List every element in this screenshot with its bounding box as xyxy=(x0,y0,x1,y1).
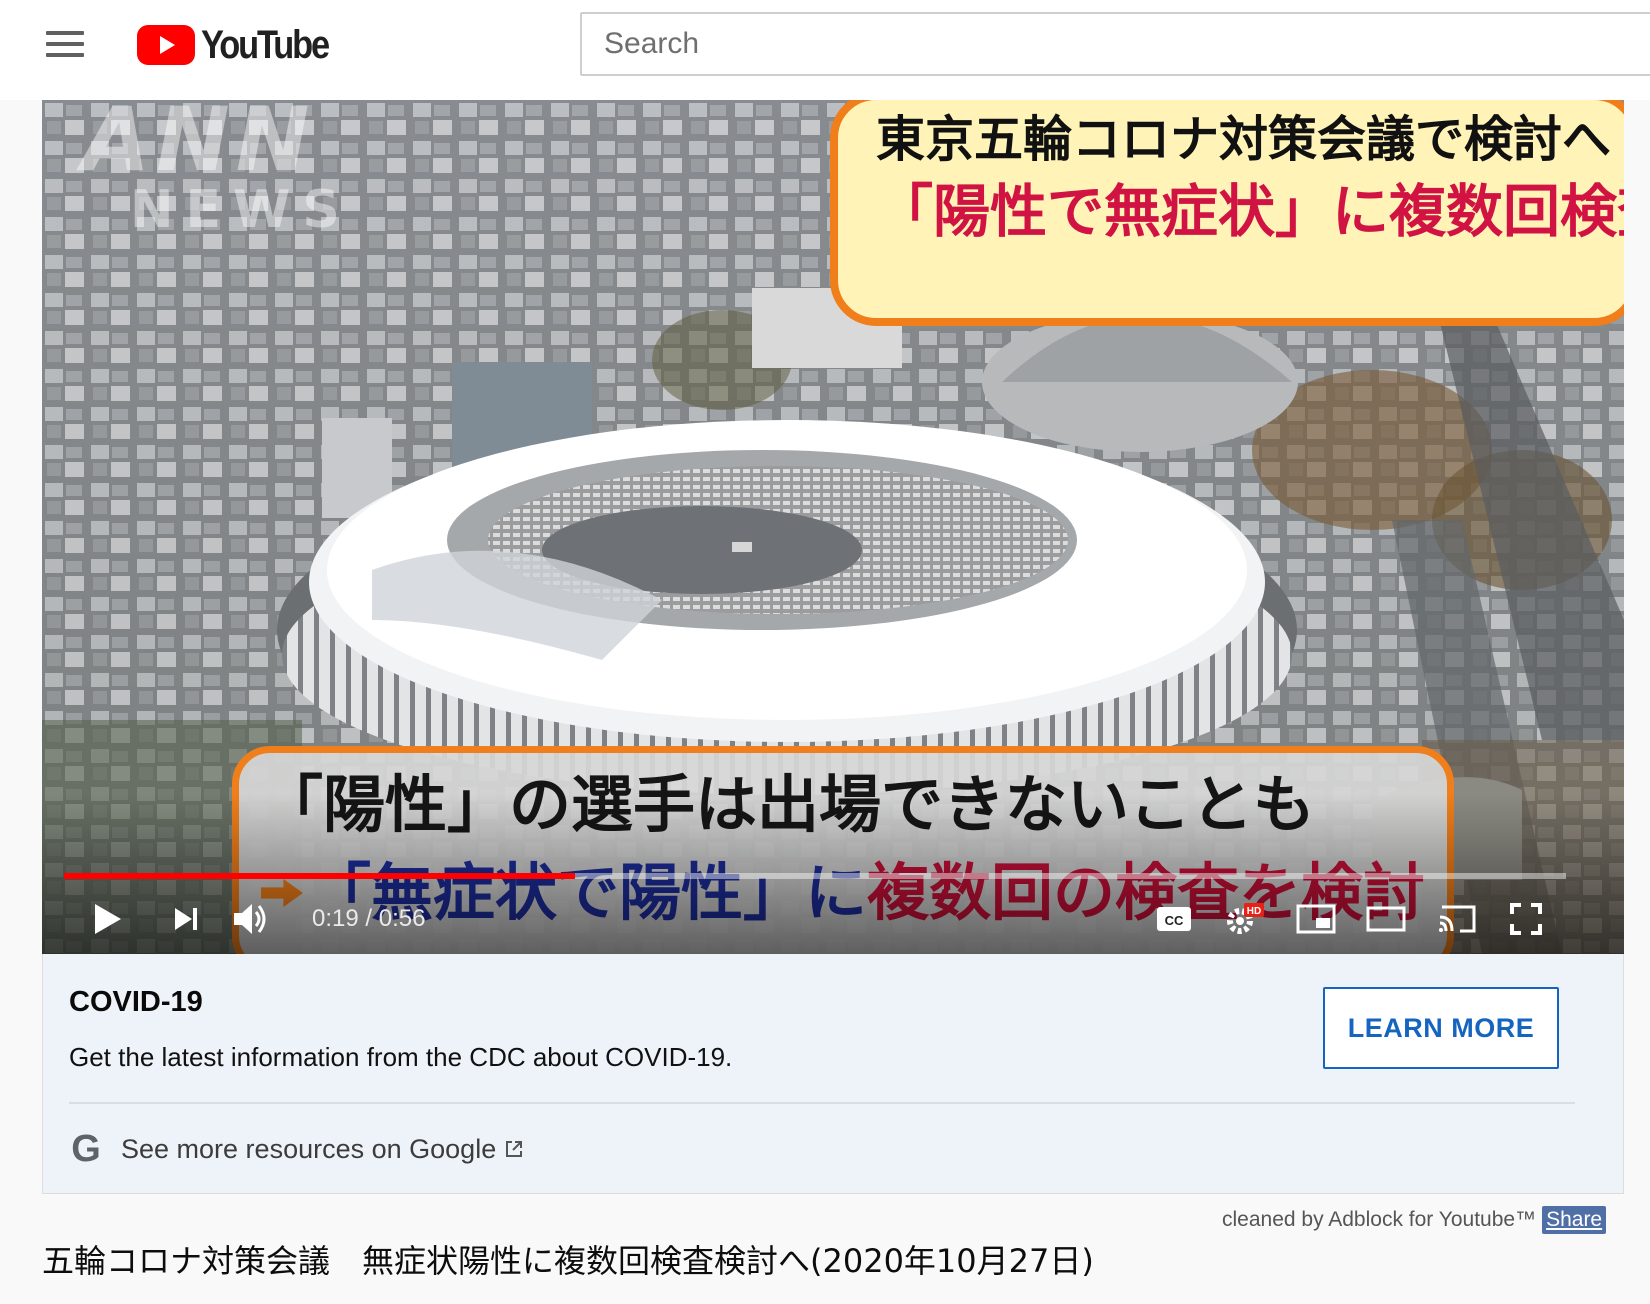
info-panel-divider xyxy=(69,1102,1575,1104)
google-logo-icon: G xyxy=(71,1128,101,1170)
cast-button[interactable] xyxy=(1434,894,1480,944)
theater-mode-button[interactable] xyxy=(1364,894,1408,944)
next-button[interactable] xyxy=(166,894,206,944)
closed-captions-icon: CC xyxy=(1157,907,1191,931)
covid-info-panel: COVID-19 Get the latest information from… xyxy=(42,954,1624,1194)
fullscreen-button[interactable] xyxy=(1504,894,1548,944)
channel-watermark: ANN NEWS xyxy=(82,100,352,240)
watermark-logo-text: ANN xyxy=(82,100,316,191)
theater-mode-icon xyxy=(1366,906,1406,932)
youtube-play-logo-icon xyxy=(137,25,195,65)
info-panel-title: COVID-19 xyxy=(69,986,203,1018)
settings-button[interactable]: HD xyxy=(1222,894,1266,944)
progress-bar-played xyxy=(64,873,575,879)
video-player[interactable]: ANN NEWS 東京五輪コロナ対策会議で検討へ 「陽性で無症状」に複数回検査 … xyxy=(42,100,1624,954)
play-icon xyxy=(95,904,121,934)
volume-button[interactable] xyxy=(228,894,276,944)
learn-more-button[interactable]: LEARN MORE xyxy=(1323,987,1559,1069)
cast-icon xyxy=(1439,905,1476,933)
bottom-caption-line1: 「陽性」の選手は出場できないことも xyxy=(261,768,1316,841)
google-resources-link[interactable]: G See more resources on Google xyxy=(69,1128,524,1170)
subtitles-button[interactable]: CC xyxy=(1154,894,1194,944)
volume-icon xyxy=(234,904,266,934)
adblock-text: cleaned by Adblock for Youtube™ xyxy=(1222,1208,1537,1231)
cc-label: CC xyxy=(1165,913,1184,928)
top-caption-overlay: 東京五輪コロナ対策会議で検討へ 「陽性で無症状」に複数回検査 xyxy=(830,100,1624,326)
progress-bar[interactable] xyxy=(64,873,1566,879)
youtube-logo-text: YouTube xyxy=(201,23,330,67)
watermark-news-text: NEWS xyxy=(130,180,352,240)
time-display: 0:19 / 0:56 xyxy=(312,905,426,932)
top-caption-line2: 「陽性で無症状」に複数回検査 xyxy=(876,179,1624,245)
miniplayer-icon xyxy=(1296,904,1336,934)
youtube-logo[interactable]: YouTube xyxy=(137,24,349,66)
play-button[interactable] xyxy=(88,894,128,944)
skip-next-icon xyxy=(175,908,197,930)
top-caption-line1: 東京五輪コロナ対策会議で検討へ xyxy=(876,111,1612,168)
info-panel-description: Get the latest information from the CDC … xyxy=(69,1042,733,1072)
menu-icon[interactable] xyxy=(46,31,84,57)
miniplayer-button[interactable] xyxy=(1294,894,1338,944)
share-button[interactable]: Share xyxy=(1542,1206,1607,1234)
video-title: 五輪コロナ対策会議 無症状陽性に複数回検査検討へ(2020年10月27日) xyxy=(42,1242,1094,1280)
player-controls: 0:19 / 0:56 CC HD xyxy=(42,890,1624,950)
gear-icon: HD xyxy=(1227,903,1264,934)
hd-badge: HD xyxy=(1247,906,1261,917)
masthead: YouTube xyxy=(0,0,1650,100)
search-input[interactable] xyxy=(580,12,1650,76)
adblock-notice: cleaned by Adblock for Youtube™ Share xyxy=(1222,1204,1607,1236)
fullscreen-icon xyxy=(1510,903,1542,935)
external-link-icon xyxy=(506,1141,523,1157)
google-resources-text: See more resources on Google xyxy=(121,1133,497,1164)
